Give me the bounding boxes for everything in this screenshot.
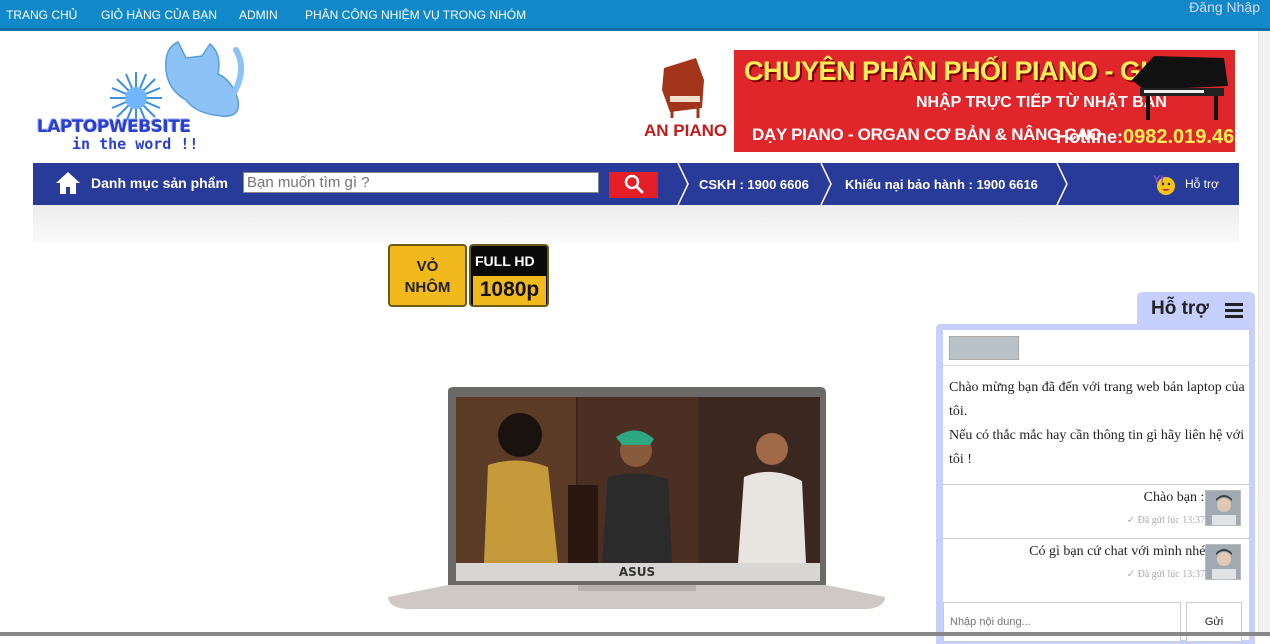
chat-message-input[interactable] [943, 602, 1181, 642]
svg-text:Y!: Y! [1153, 174, 1164, 186]
chat-panel: Chào mừng bạn đã đến với trang web bán l… [936, 324, 1255, 644]
send-message-button[interactable]: Gửi [1186, 602, 1242, 642]
logo-text: LAPTOPWEBSITE [37, 117, 191, 137]
user-avatar [1205, 544, 1241, 580]
banner-courses: DẠY PIANO - ORGAN CƠ BẢN & NÂNG CAO [752, 125, 1102, 144]
badge-resolution: 1080p [473, 276, 546, 305]
support-chat-widget: Hỗ trợ Chào mừng bạn đã đến với trang we… [936, 292, 1255, 644]
top-navigation: TRANG CHỦ GIỎ HÀNG CỦA BẠN ADMIN PHÂN CÔ… [0, 0, 1270, 31]
chat-message: Chào bạn :) [1143, 490, 1209, 505]
chat-messages-area[interactable]: Chào mừng bạn đã đến với trang web bán l… [943, 330, 1249, 640]
nav-task-assignment-link[interactable]: PHÂN CÔNG NHIỆM VỤ TRONG NHÓM [305, 8, 526, 22]
chat-title: Hỗ trợ [1151, 298, 1209, 319]
grand-piano-icon [1132, 56, 1228, 120]
home-icon[interactable] [55, 170, 81, 196]
product-laptop-image[interactable]: ASUS [388, 385, 885, 615]
banner-hotline-number: 0982.019.468 [1123, 126, 1235, 148]
cskh-hotline[interactable]: CSKH : 1900 6606 [699, 177, 809, 192]
logo-tagline: in the word !! [72, 135, 199, 153]
login-link[interactable]: Đăng Nhập [1189, 0, 1260, 15]
chat-divider [943, 538, 1249, 539]
site-logo[interactable]: LAPTOPWEBSITE in the word !! [36, 40, 246, 155]
menu-separator-icon [677, 163, 689, 205]
chat-divider [943, 365, 1249, 366]
yahoo-messenger-icon[interactable]: Y! [1151, 171, 1177, 197]
agent-avatar [949, 336, 1019, 360]
aluminum-case-badge: VỎ NHÔM [388, 244, 467, 307]
piano-advert-banner[interactable]: AN PIANO CHUYÊN PHÂN PHỐI PIANO - GUITAR… [626, 50, 1235, 152]
nav-cart-link[interactable]: GIỎ HÀNG CỦA BẠN [101, 8, 217, 22]
piano-logo-icon [662, 58, 704, 118]
menu-hamburger-icon[interactable] [1225, 302, 1245, 320]
nav-admin-link[interactable]: ADMIN [239, 8, 278, 22]
user-avatar [1205, 490, 1241, 526]
horizontal-scrollbar[interactable] [0, 632, 1270, 636]
main-menu-bar: Danh mục sản phẩm CSKH : 1900 6606 Khiếu… [33, 163, 1239, 205]
support-link[interactable]: Hỗ trợ [1185, 177, 1219, 191]
menu-separator-icon [820, 163, 832, 205]
search-button[interactable] [609, 172, 658, 198]
an-piano-brand: AN PIANO [644, 121, 728, 140]
message-timestamp: ✓ Đã gửi lúc 13:37 [1126, 569, 1205, 580]
page-scrollbar[interactable] [1258, 31, 1270, 636]
badge-aluminum-line1: VỎ [416, 258, 439, 275]
warranty-hotline[interactable]: Khiếu nại bảo hành : 1900 6616 [845, 177, 1038, 192]
welcome-line-2: Nếu có thắc mắc hay cần thông tin gì hãy… [949, 428, 1245, 467]
search-icon [624, 174, 643, 193]
menu-separator-icon [1056, 163, 1068, 205]
message-timestamp: ✓ Đã gửi lúc 13:37 [1126, 515, 1205, 526]
banner-hotline: Hotline:0982.019.468 [1056, 126, 1235, 149]
product-category-menu[interactable]: Danh mục sản phẩm [91, 175, 228, 191]
laptop-brand-logo: ASUS [619, 565, 655, 579]
search-input[interactable] [243, 172, 599, 193]
badge-fullhd-text: FULL HD [475, 253, 535, 269]
chat-message: Có gì bạn cứ chat với mình nhé. [1029, 544, 1209, 559]
welcome-line-1: Chào mừng bạn đã đến với trang web bán l… [949, 380, 1245, 419]
badge-aluminum-line2: NHÔM [404, 279, 451, 296]
chat-tab[interactable]: Hỗ trợ [1137, 292, 1255, 326]
welcome-message: Chào mừng bạn đã đến với trang web bán l… [949, 376, 1249, 472]
nav-home-link[interactable]: TRANG CHỦ [6, 8, 77, 22]
menu-shadow-bar [33, 205, 1239, 243]
chat-divider [943, 484, 1249, 485]
full-hd-badge: FULL HD 1080p [469, 244, 549, 307]
an-piano-logo-box: AN PIANO [626, 50, 734, 152]
